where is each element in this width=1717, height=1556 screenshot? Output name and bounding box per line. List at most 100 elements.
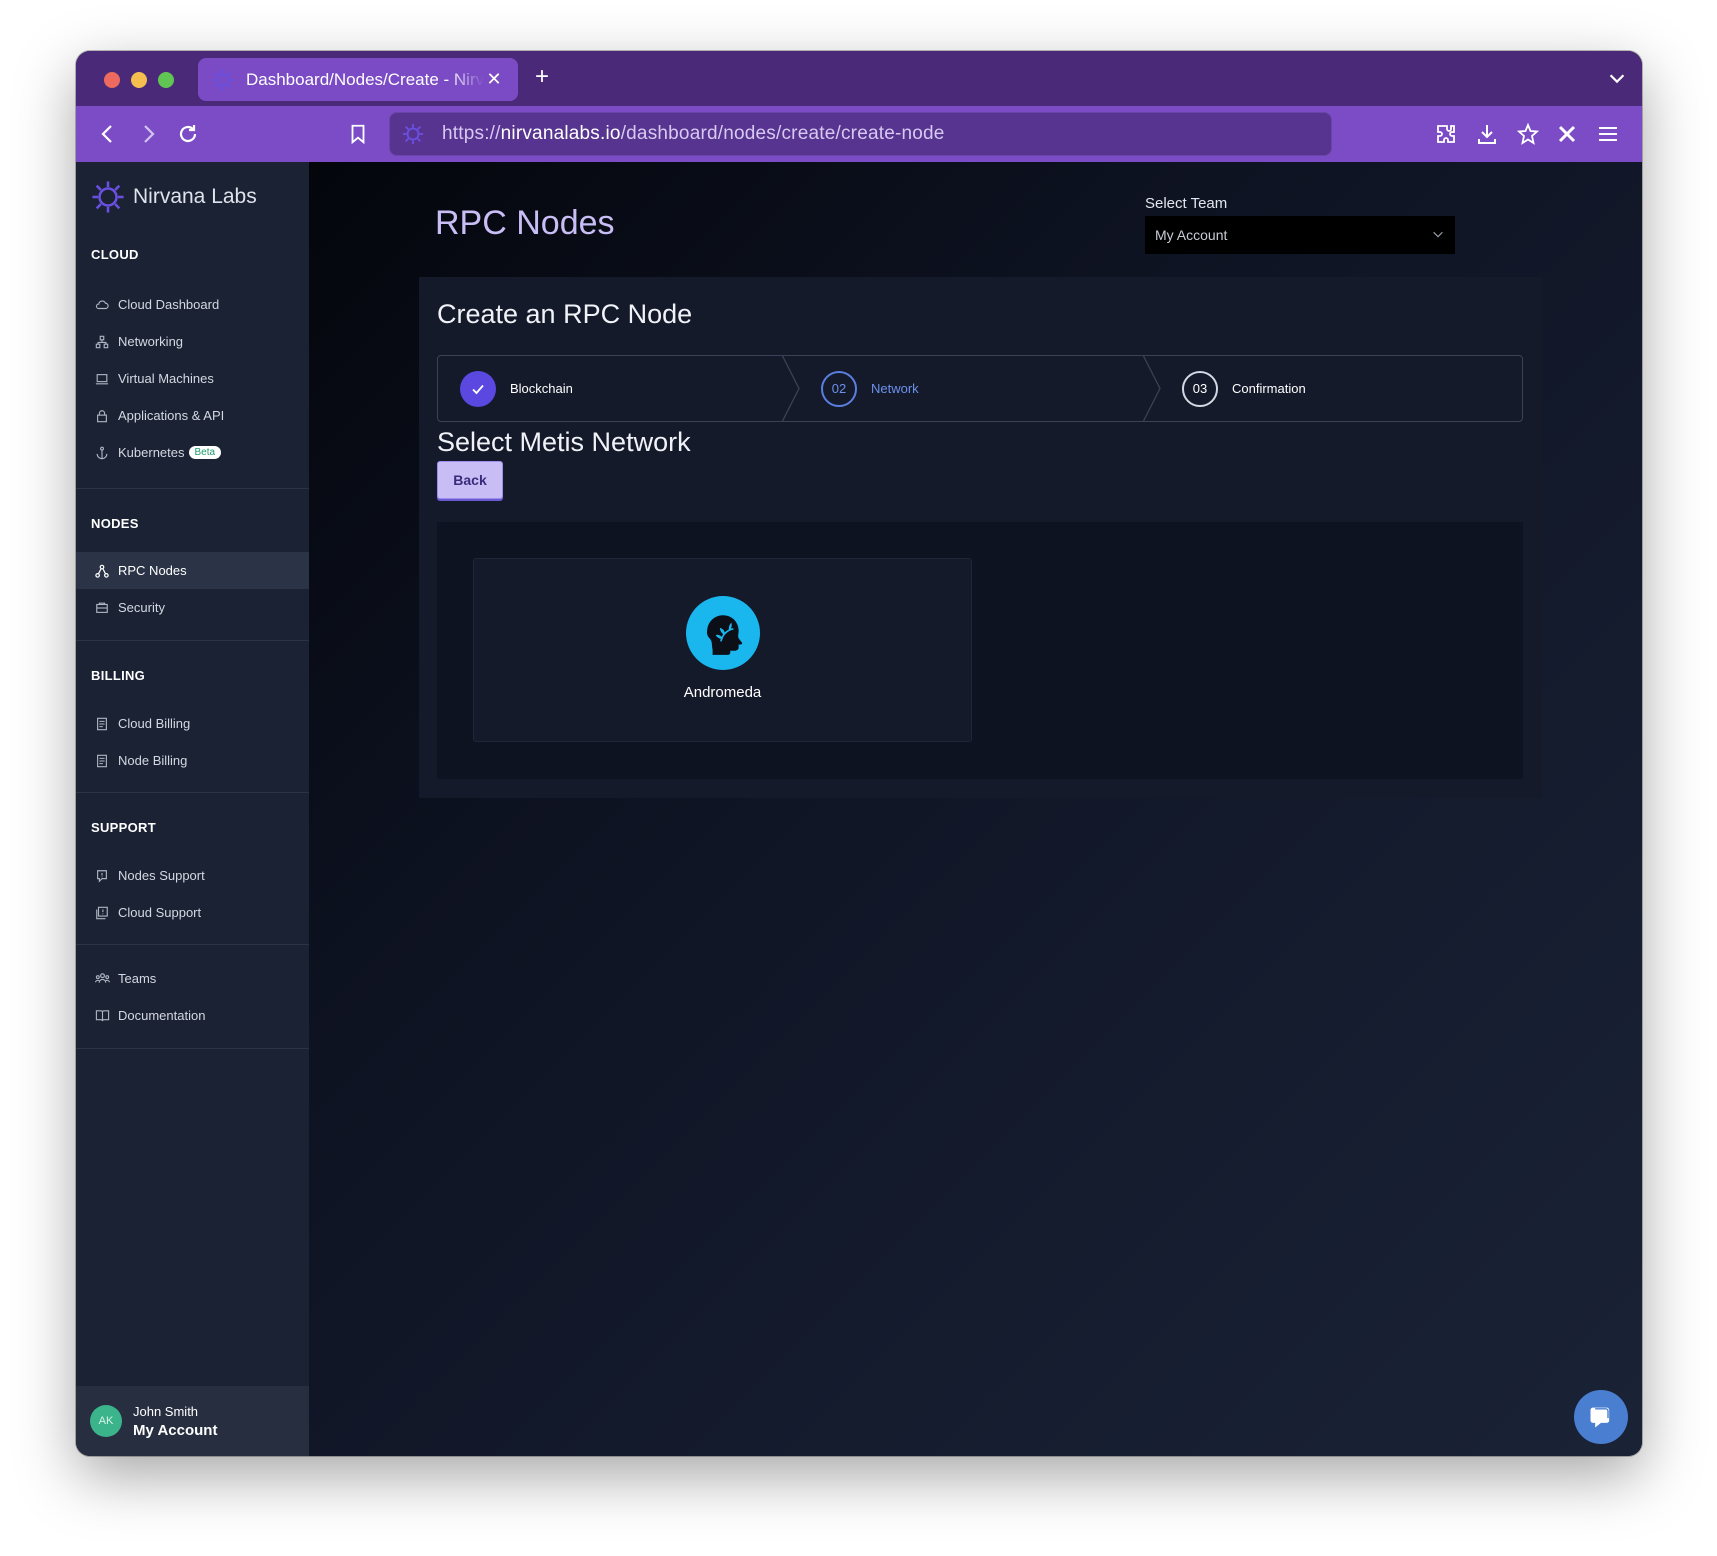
anchor-icon [94, 445, 110, 461]
team-select-label: Select Team [1145, 195, 1228, 212]
close-tab-icon[interactable]: ✕ [484, 69, 504, 90]
extensions-icon[interactable] [1432, 120, 1460, 148]
sidebar-item-teams[interactable]: Teams [76, 960, 309, 997]
step-label: Blockchain [510, 381, 573, 396]
step-separator-icon [1142, 355, 1161, 422]
sidebar-item-node-billing[interactable]: Node Billing [76, 742, 309, 779]
browser-window: Dashboard/Nodes/Create - Nirvana Labs ✕ … [76, 51, 1642, 1456]
sidebar-item-rpc-nodes[interactable]: RPC Nodes [76, 552, 309, 589]
browser-titlebar: Dashboard/Nodes/Create - Nirvana Labs ✕ … [76, 51, 1642, 106]
chevron-down-icon[interactable] [1606, 67, 1628, 94]
sidebar-item-label: Security [118, 600, 165, 615]
back-button[interactable]: Back [437, 461, 503, 499]
page-title: RPC Nodes [435, 204, 615, 242]
check-icon [460, 370, 496, 407]
chat-support-button[interactable] [1574, 1390, 1628, 1444]
receipt-icon [94, 716, 110, 732]
avatar: AK [90, 1405, 122, 1437]
step-separator-icon [781, 355, 800, 422]
create-node-card: Create an RPC Node Blockchain 02 Network… [419, 277, 1542, 798]
step-number: 02 [821, 370, 857, 407]
sidebar-item-security[interactable]: Security [76, 589, 309, 626]
sidebar-item-label: Applications & API [118, 408, 225, 423]
sidebar-divider [76, 944, 309, 945]
minimize-window-button[interactable] [131, 72, 147, 88]
bookmark-icon[interactable] [344, 120, 372, 148]
section-title-support: SUPPORT [91, 820, 156, 835]
sidebar-item-label: Networking [118, 334, 184, 349]
user-name: John Smith [133, 1403, 199, 1419]
nirvana-logo-icon [212, 69, 234, 91]
stepper: Blockchain 02 Network 03 Confirmation [437, 355, 1523, 422]
book-icon [94, 1008, 110, 1024]
network-icon [94, 334, 110, 350]
sidebar-item-label: Teams [118, 971, 157, 986]
browser-toolbar: https://nirvanalabs.io/dashboard/nodes/c… [76, 106, 1642, 162]
close-window-button[interactable] [104, 72, 120, 88]
sidebar-item-label: Cloud Billing [118, 716, 191, 731]
sidebar-item-label: Kubernetes [118, 445, 185, 460]
chevron-down-icon [1431, 227, 1445, 244]
step-confirmation[interactable]: 03 Confirmation [1182, 356, 1306, 421]
step-label: Confirmation [1232, 381, 1306, 396]
brand[interactable]: Nirvana Labs [91, 180, 257, 214]
team-select[interactable]: My Account [1145, 216, 1455, 254]
sidebar-item-nodes-support[interactable]: Nodes Support [76, 857, 309, 894]
sidebar-item-kubernetes[interactable]: Kubernetes Beta [76, 434, 309, 471]
sidebar-item-networking[interactable]: Networking [76, 323, 309, 360]
card-title: Create an RPC Node [437, 299, 693, 329]
section-title-billing: BILLING [91, 668, 146, 683]
beta-badge: Beta [188, 446, 222, 459]
site-favicon-icon [402, 123, 424, 145]
support-icon [94, 868, 110, 884]
step-number: 03 [1182, 370, 1218, 407]
new-tab-icon[interactable]: + [535, 63, 549, 91]
browser-tab[interactable]: Dashboard/Nodes/Create - Nirvana Labs ✕ [198, 58, 518, 101]
tab-title: Dashboard/Nodes/Create - Nirvana Labs [246, 69, 484, 89]
cloud-icon [94, 297, 110, 313]
section-title-cloud: CLOUD [91, 247, 139, 262]
sidebar-item-applications-api[interactable]: Applications & API [76, 397, 309, 434]
sparkle-star-icon[interactable] [1514, 120, 1542, 148]
user-info: John Smith My Account [133, 1404, 217, 1439]
sidebar-item-label: Virtual Machines [118, 371, 214, 386]
step-label: Network [871, 381, 919, 396]
sidebar-item-label: Nodes Support [118, 868, 205, 883]
sidebar-item-label: Cloud Dashboard [118, 297, 220, 312]
network-option-andromeda[interactable]: Andromeda [473, 558, 972, 742]
step-blockchain[interactable]: Blockchain [460, 356, 573, 421]
download-icon[interactable] [1473, 120, 1501, 148]
sidebar: Nirvana Labs CLOUD Cloud Dashboard Netwo… [76, 162, 309, 1456]
sidebar-item-cloud-support[interactable]: Cloud Support [76, 894, 309, 931]
network-name: Andromeda [683, 684, 762, 701]
forward-arrow-icon[interactable] [134, 120, 162, 148]
sidebar-item-virtual-machines[interactable]: Virtual Machines [76, 360, 309, 397]
step-network[interactable]: 02 Network [821, 356, 919, 421]
chat-icon [1590, 1407, 1610, 1428]
sidebar-item-cloud-billing[interactable]: Cloud Billing [76, 705, 309, 742]
address-bar[interactable]: https://nirvanalabs.io/dashboard/nodes/c… [389, 112, 1332, 156]
security-icon [94, 600, 110, 616]
receipt-icon [94, 753, 110, 769]
user-account: My Account [133, 1421, 218, 1439]
sidebar-item-documentation[interactable]: Documentation [76, 997, 309, 1034]
teams-icon [94, 971, 110, 987]
user-account-menu[interactable]: AK John Smith My Account [76, 1386, 309, 1456]
sidebar-item-cloud-dashboard[interactable]: Cloud Dashboard [76, 286, 309, 323]
sidebar-item-label: Documentation [118, 1008, 206, 1023]
team-select-value: My Account [1155, 227, 1228, 243]
sidebar-divider [76, 488, 309, 489]
section-title-nodes: NODES [91, 516, 139, 531]
nodes-icon [94, 563, 110, 579]
back-arrow-icon[interactable] [94, 120, 122, 148]
maximize-window-button[interactable] [158, 72, 174, 88]
sidebar-divider [76, 1048, 309, 1049]
url-text: https://nirvanalabs.io/dashboard/nodes/c… [442, 123, 945, 144]
menu-icon[interactable] [1594, 120, 1622, 148]
sidebar-divider [76, 792, 309, 793]
reload-icon[interactable] [174, 120, 202, 148]
tools-icon[interactable] [1553, 120, 1581, 148]
lock-icon [94, 408, 110, 424]
sidebar-divider [76, 640, 309, 641]
laptop-icon [94, 371, 110, 387]
